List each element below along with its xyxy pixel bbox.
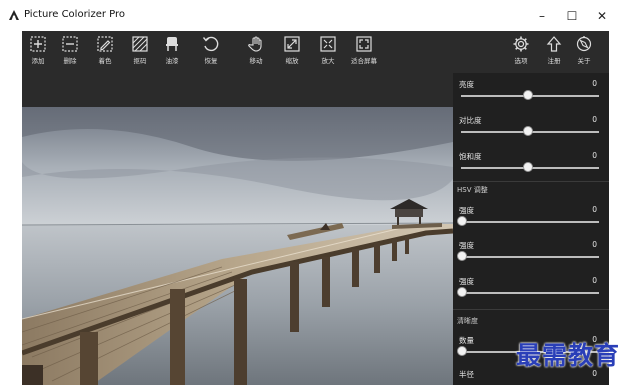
move-button[interactable]: 移动 — [238, 35, 274, 71]
sharpen-section-title: 清晰度 — [457, 317, 478, 325]
maximize-button[interactable]: ☐ — [560, 6, 584, 26]
colorize-button[interactable]: 着色 — [87, 35, 123, 71]
move-label: 移动 — [249, 57, 263, 65]
zoom-in-label: 放大 — [321, 57, 335, 65]
hsv-strength-2-track[interactable] — [461, 256, 599, 258]
contrast-value: 0 — [592, 115, 597, 124]
fit-screen-label: 适合屏幕 — [351, 57, 377, 65]
saturation-value: 0 — [592, 151, 597, 160]
brightness-control: 亮度 0 — [453, 73, 609, 109]
options-button[interactable]: 选项 — [503, 35, 539, 71]
saturation-control: 饱和度 0 — [453, 145, 609, 181]
hsv-strength-2-thumb[interactable] — [457, 251, 467, 261]
undo-icon — [202, 36, 219, 52]
hsv-strength-3-value: 0 — [592, 276, 597, 285]
panel-divider — [453, 181, 609, 182]
remove-button[interactable]: 删除 — [52, 35, 88, 71]
gear-icon — [513, 36, 529, 52]
fit-screen-icon — [356, 36, 372, 52]
hsv-strength-3-thumb[interactable] — [457, 287, 467, 297]
undo-label: 恢复 — [204, 57, 218, 65]
pier-photo — [22, 107, 453, 385]
mask-button[interactable]: 抠码 — [122, 35, 158, 71]
hsv-strength-1-track[interactable] — [461, 221, 599, 223]
hsv-section-title: HSV 调整 — [457, 186, 488, 194]
contrast-slider-thumb[interactable] — [523, 126, 533, 136]
hsv-strength-1-label: 强度 — [459, 206, 474, 215]
remove-icon — [62, 36, 78, 52]
zoom-out-label: 缩放 — [285, 57, 299, 65]
add-icon — [30, 36, 46, 52]
hand-icon — [248, 36, 262, 52]
image-canvas[interactable] — [22, 107, 453, 385]
colorize-label: 着色 — [98, 57, 112, 65]
panel-divider — [453, 309, 609, 310]
zoom-out-button[interactable]: 缩放 — [274, 35, 310, 71]
mask-label: 抠码 — [133, 57, 147, 65]
colorize-icon — [97, 36, 113, 52]
hsv-strength-3-track[interactable] — [461, 292, 599, 294]
register-label: 注册 — [547, 57, 561, 65]
paint-label: 油漆 — [165, 57, 179, 65]
brightness-value: 0 — [592, 79, 597, 88]
options-label: 选项 — [514, 57, 528, 65]
hsv-strength-2-control: 强度 0 — [453, 234, 609, 270]
hsv-strength-3-control: 强度 0 — [453, 270, 609, 306]
paint-icon — [166, 37, 178, 51]
add-label: 添加 — [31, 57, 45, 65]
hsv-strength-2-label: 强度 — [459, 241, 474, 250]
register-icon — [546, 36, 562, 52]
watermark-text: 最需教育 — [516, 341, 621, 370]
zoom-in-button[interactable]: 放大 — [310, 35, 346, 71]
amount-slider-thumb[interactable] — [457, 346, 467, 356]
app-logo-icon — [9, 10, 19, 20]
close-button[interactable]: ✕ — [590, 6, 614, 26]
contrast-label: 对比度 — [459, 116, 482, 125]
saturation-label: 饱和度 — [459, 152, 482, 161]
remove-label: 删除 — [63, 57, 77, 65]
hsv-strength-1-thumb[interactable] — [457, 216, 467, 226]
add-button[interactable]: 添加 — [20, 35, 56, 71]
hsv-strength-2-value: 0 — [592, 240, 597, 249]
zoom-out-icon — [284, 36, 300, 52]
paint-button[interactable]: 油漆 — [154, 35, 190, 71]
title-bar: Picture Colorizer Pro – ☐ ✕ — [0, 0, 639, 31]
amount-label: 数量 — [459, 336, 474, 345]
radius-label: 半径 — [459, 370, 474, 379]
hsv-strength-1-control: 强度 0 — [453, 199, 609, 235]
about-label: 关于 — [577, 57, 591, 65]
fit-screen-button[interactable]: 适合屏幕 — [346, 35, 382, 71]
mask-icon — [132, 36, 148, 52]
undo-button[interactable]: 恢复 — [193, 35, 229, 71]
hsv-strength-1-value: 0 — [592, 205, 597, 214]
brightness-label: 亮度 — [459, 80, 474, 89]
zoom-in-icon — [320, 36, 336, 52]
about-button[interactable]: 关于 — [566, 35, 602, 71]
about-icon — [576, 36, 592, 52]
minimize-button[interactable]: – — [530, 6, 554, 26]
saturation-slider-thumb[interactable] — [523, 162, 533, 172]
hsv-strength-3-label: 强度 — [459, 277, 474, 286]
contrast-control: 对比度 0 — [453, 109, 609, 145]
app-title: Picture Colorizer Pro — [24, 9, 126, 20]
brightness-slider-thumb[interactable] — [523, 90, 533, 100]
